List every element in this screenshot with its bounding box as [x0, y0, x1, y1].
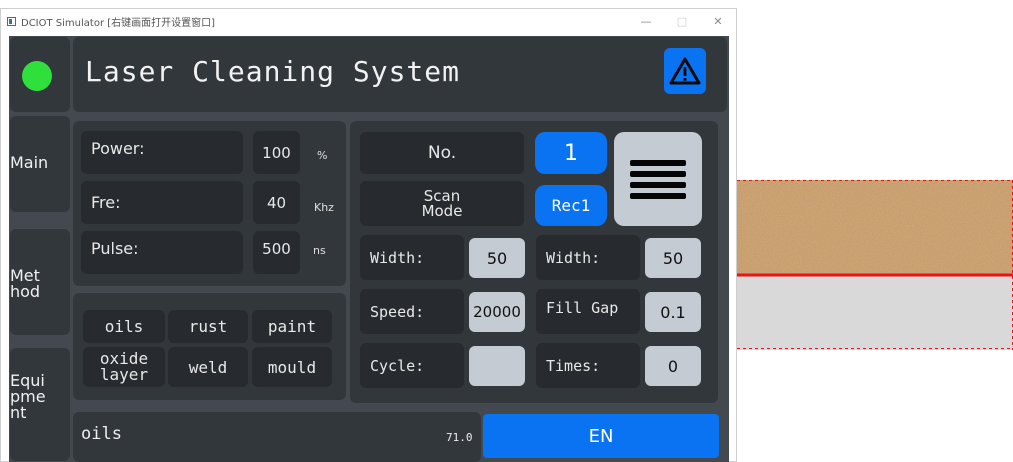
fre-unit: Khz	[314, 201, 334, 214]
no-label: No.	[360, 132, 524, 174]
power-value[interactable]: 100	[253, 131, 300, 174]
nav-main-label: Main	[10, 153, 49, 172]
pulse-unit: ns	[313, 244, 326, 257]
nav-main-button[interactable]: Main	[10, 116, 70, 212]
fre-label: Fre:	[81, 181, 243, 224]
status-panel	[10, 37, 70, 112]
alarm-button[interactable]	[664, 48, 706, 94]
speed-label: Speed:	[360, 289, 464, 334]
laser-params-panel: Power: 100 % Fre: 40 Khz Pulse: 500 ns	[73, 121, 346, 286]
power-label: Power:	[81, 131, 243, 174]
materials-panel: oils rust paint oxide layer weld mould	[73, 293, 346, 400]
width1-label: Width:	[360, 235, 464, 280]
title-bar[interactable]: DCIOT Simulator [右键画面打开设置窗口] — □ ✕	[1, 9, 736, 33]
pulse-label: Pulse:	[81, 231, 243, 274]
cycle-value[interactable]	[469, 346, 525, 386]
top-caption	[0, 0, 1013, 6]
maximize-button[interactable]: □	[664, 9, 700, 33]
close-button[interactable]: ✕	[700, 9, 736, 33]
surface-preview-image	[737, 180, 1013, 350]
scan-number-value[interactable]: 1	[535, 132, 607, 174]
scan-menu-button[interactable]	[614, 132, 702, 226]
power-unit: %	[317, 149, 328, 162]
surface-preview	[737, 180, 1013, 350]
hmi-screen: Main Method Equipment Laser Cleaning Sys…	[9, 36, 729, 462]
material-paint-button[interactable]: paint	[252, 310, 332, 343]
scan-panel: No. 1 Scan Mode Rec1 Width: 50 Width: 50…	[350, 121, 718, 403]
material-mould-button[interactable]: mould	[252, 347, 332, 387]
language-en-button[interactable]: EN	[483, 414, 719, 458]
fre-value[interactable]: 40	[253, 181, 300, 224]
nav-method-label: Method	[10, 266, 41, 301]
status-led	[22, 61, 52, 91]
width2-value[interactable]: 50	[645, 238, 701, 278]
scan-mode-label: Scan Mode	[360, 181, 524, 226]
cycle-label: Cycle:	[360, 343, 464, 388]
fillgap-label: Fill Gap	[536, 289, 640, 334]
current-value: 71.0	[446, 431, 473, 444]
times-value[interactable]: 0	[645, 346, 701, 386]
header-panel: Laser Cleaning System	[73, 37, 727, 112]
window-controls: — □ ✕	[628, 9, 736, 33]
scan-mode-value[interactable]: Rec1	[535, 185, 607, 226]
menu-lines-icon	[630, 160, 686, 199]
warning-icon	[669, 57, 701, 85]
pulse-value[interactable]: 500	[253, 231, 300, 274]
material-weld-button[interactable]: weld	[168, 347, 248, 387]
nav-equipment-label: Equipment	[10, 371, 46, 422]
minimize-button[interactable]: —	[628, 9, 664, 33]
current-material: oils	[81, 424, 122, 444]
window-title: DCIOT Simulator [右键画面打开设置窗口]	[21, 17, 216, 29]
width2-label: Width:	[536, 235, 640, 280]
times-label: Times:	[536, 343, 640, 388]
nav-equipment-button[interactable]: Equipment	[10, 348, 70, 461]
fillgap-value[interactable]: 0.1	[645, 292, 701, 332]
status-panel-bottom: oils 71.0	[73, 412, 481, 462]
material-oils-button[interactable]: oils	[83, 310, 165, 343]
width1-value[interactable]: 50	[469, 238, 525, 278]
app-icon	[7, 16, 16, 26]
nav-method-button[interactable]: Method	[10, 229, 70, 335]
material-oxide-layer-button[interactable]: oxide layer	[83, 347, 165, 387]
speed-value[interactable]: 20000	[469, 292, 525, 332]
simulator-window: DCIOT Simulator [右键画面打开设置窗口] — □ ✕ Main …	[0, 8, 737, 462]
material-rust-button[interactable]: rust	[168, 310, 248, 343]
page-title: Laser Cleaning System	[85, 55, 461, 88]
